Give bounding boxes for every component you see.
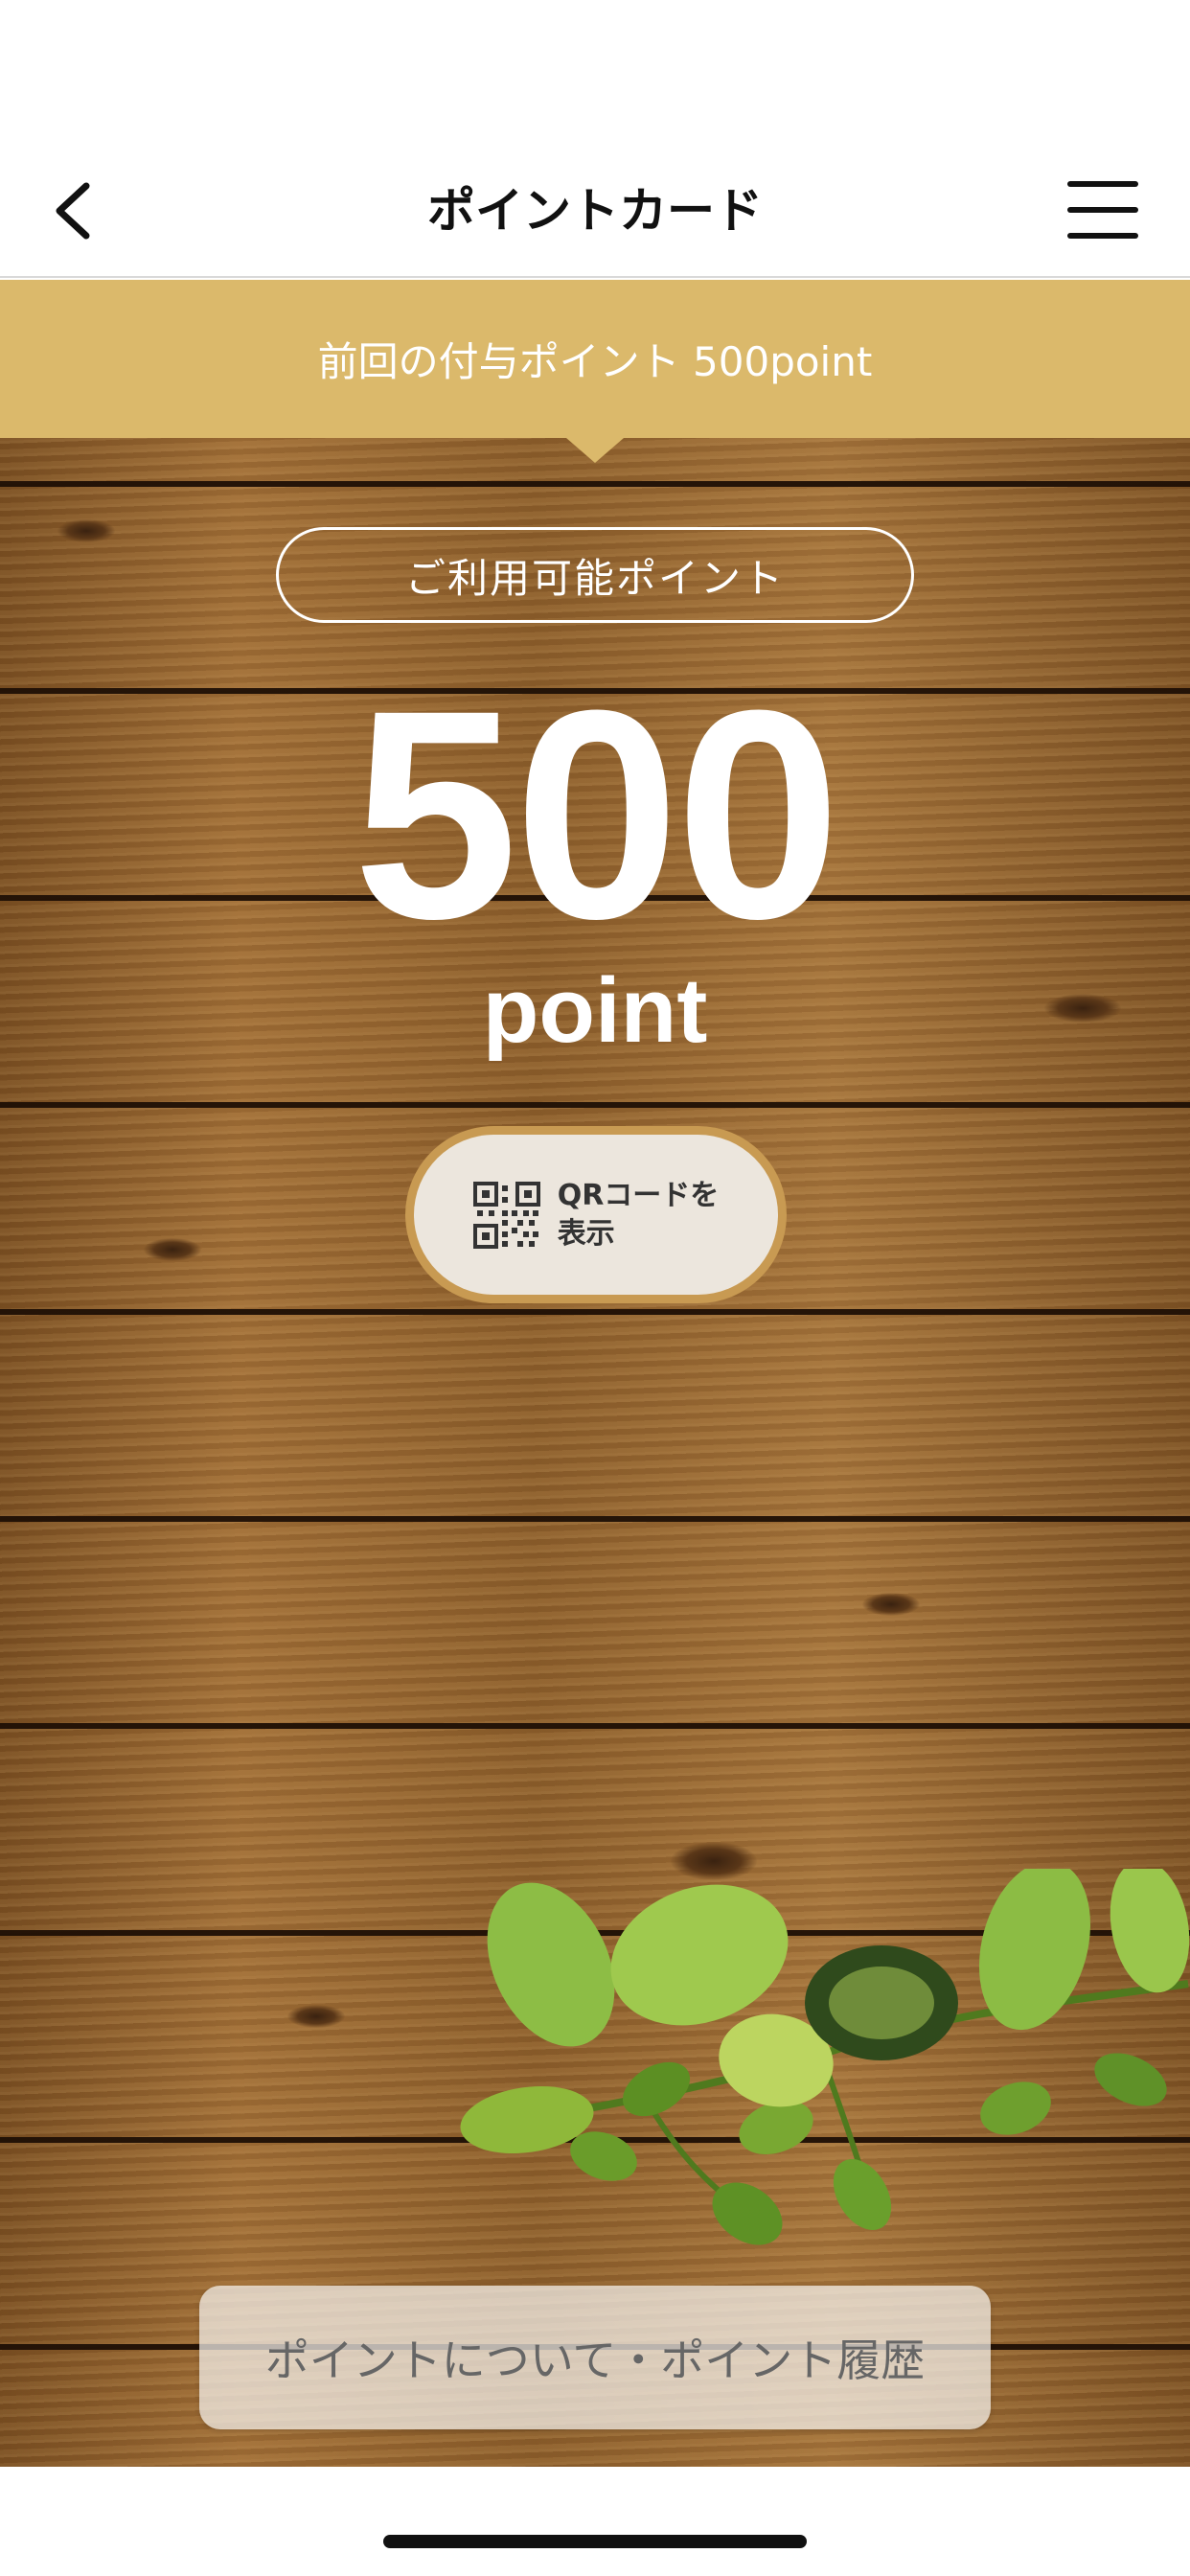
- wood-knot: [144, 1238, 201, 1261]
- points-unit: point: [482, 959, 708, 1062]
- banner-pointer: [566, 438, 624, 463]
- available-points-label: ご利用可能ポイント: [276, 527, 914, 623]
- hamburger-menu-icon: [1067, 181, 1138, 187]
- decorative-leaves: [460, 1869, 1190, 2245]
- qr-code-icon: [472, 1181, 540, 1249]
- menu-icon-line: [1067, 207, 1138, 213]
- qr-button-label: QRコードを 表示: [557, 1178, 720, 1251]
- hamburger-menu-button[interactable]: [1067, 177, 1144, 244]
- wood-knot: [287, 2005, 345, 2028]
- wood-knot: [57, 519, 115, 542]
- points-info-history-button[interactable]: ポイントについて・ポイント履歴: [199, 2286, 991, 2429]
- qr-button-face: QRコードを 表示: [414, 1135, 778, 1295]
- app-header: ポイントカード: [0, 0, 1190, 278]
- home-indicator[interactable]: [383, 2535, 807, 2548]
- page-title: ポイントカード: [427, 183, 763, 239]
- wood-knot: [862, 1593, 920, 1616]
- last-points-banner: 前回の付与ポイント 500point: [0, 280, 1190, 438]
- menu-icon-line: [1067, 233, 1138, 239]
- points-value: 500: [353, 648, 840, 980]
- show-qr-code-button[interactable]: QRコードを 表示: [405, 1126, 787, 1303]
